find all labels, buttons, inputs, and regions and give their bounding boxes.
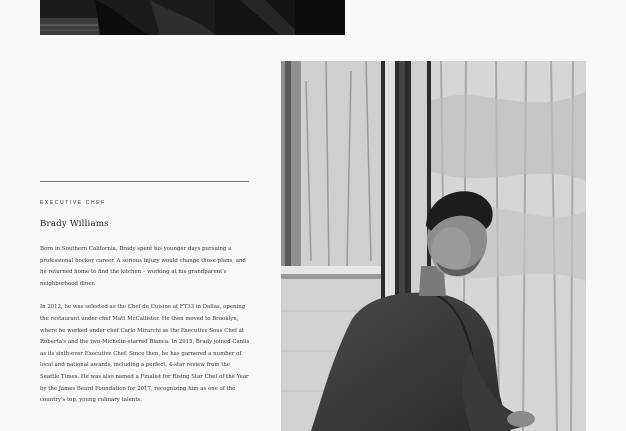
top-photo bbox=[40, 0, 345, 35]
bio-paragraph-1: Born in Southern California, Brady spent… bbox=[40, 246, 246, 287]
role-label: EXECUTIVE CHEF bbox=[40, 200, 106, 206]
chef-name: Brady Williams bbox=[40, 219, 109, 229]
divider-rule bbox=[40, 181, 249, 182]
chef-bio: EXECUTIVE CHEF Brady Williams Born in So… bbox=[40, 181, 250, 407]
top-photo-graphic bbox=[40, 0, 345, 35]
chef-portrait-photo bbox=[281, 61, 586, 431]
portrait-graphic bbox=[281, 61, 586, 431]
bio-paragraph-2: In 2012, he was selected as the Chef de … bbox=[40, 304, 250, 404]
